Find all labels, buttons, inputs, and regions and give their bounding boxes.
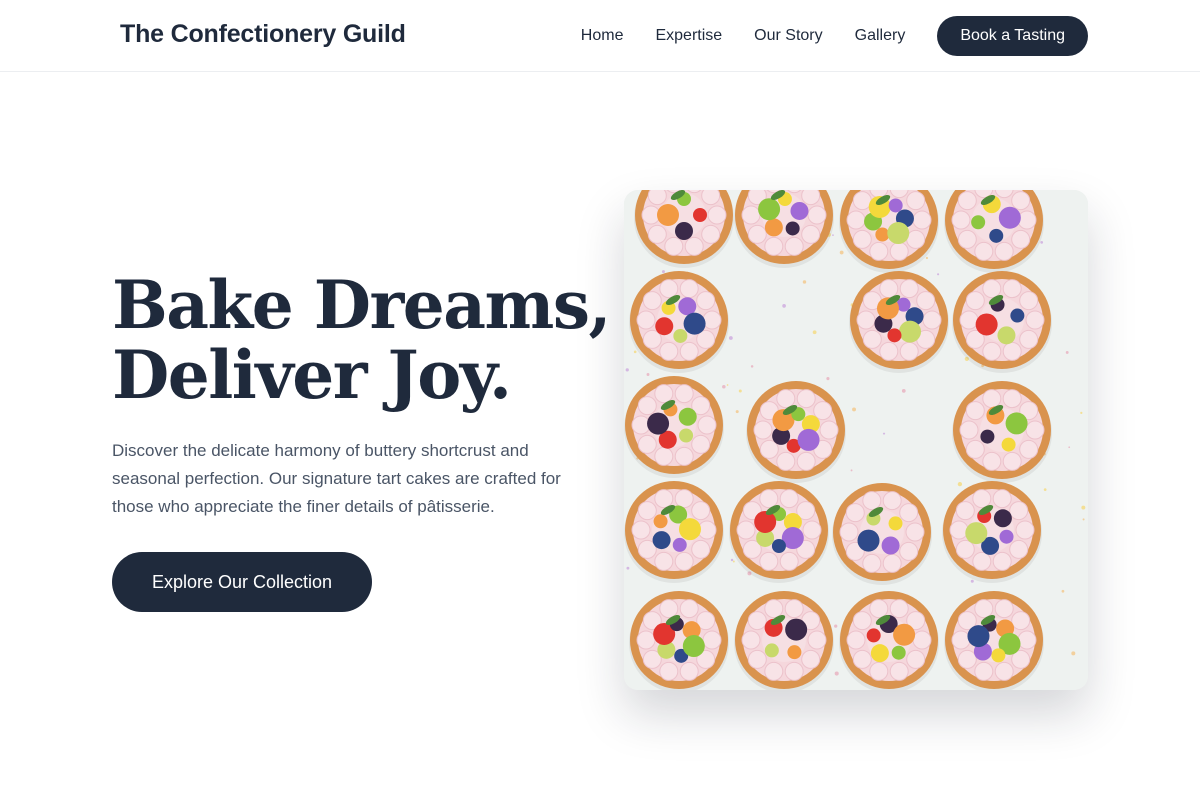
nav-our-story[interactable]: Our Story xyxy=(754,27,822,45)
nav-home[interactable]: Home xyxy=(581,27,624,45)
tart xyxy=(729,481,829,583)
tart xyxy=(734,591,834,690)
explore-collection-button[interactable]: Explore Our Collection xyxy=(112,552,372,612)
brand-logo[interactable]: The Confectionery Guild xyxy=(120,20,406,49)
tart xyxy=(629,591,729,690)
tart xyxy=(952,271,1052,373)
tart xyxy=(849,271,949,373)
nav-gallery[interactable]: Gallery xyxy=(855,27,906,45)
tart xyxy=(942,481,1042,583)
book-tasting-button[interactable]: Book a Tasting xyxy=(937,16,1088,56)
tart xyxy=(624,376,724,478)
hero-title: Bake Dreams, Deliver Joy. xyxy=(112,266,611,414)
tart xyxy=(624,481,724,583)
tart xyxy=(832,483,932,585)
hero-description: Discover the delicate harmony of buttery… xyxy=(112,441,561,516)
nav-expertise[interactable]: Expertise xyxy=(655,27,722,45)
tart xyxy=(944,591,1044,690)
hero-title-line-1: Bake Dreams, xyxy=(112,266,611,344)
tart xyxy=(629,271,729,373)
site-header: The Confectionery Guild Home Expertise O… xyxy=(0,0,1200,72)
tart xyxy=(746,381,846,483)
hero-image-tarts xyxy=(624,190,1088,690)
tart xyxy=(839,591,939,690)
tart-photo-illustration xyxy=(624,190,1088,690)
main-nav: Home Expertise Our Story Gallery Book a … xyxy=(581,16,1088,56)
tart xyxy=(952,381,1052,483)
hero-title-line-2: Deliver Joy. xyxy=(112,336,512,414)
